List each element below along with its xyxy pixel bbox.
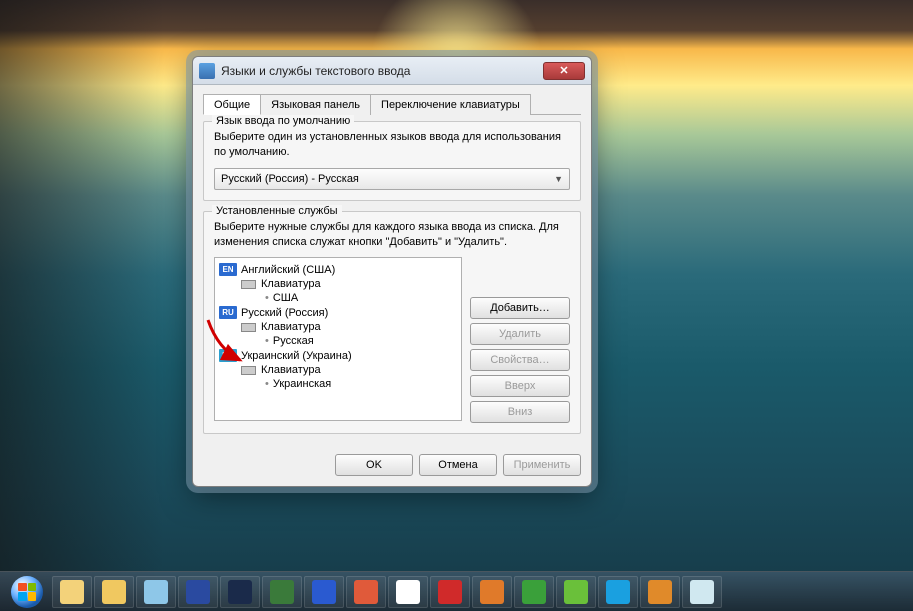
- group-services-legend: Установленные службы: [212, 205, 342, 217]
- down-button[interactable]: Вниз: [470, 401, 570, 423]
- tree-bullet-icon: •: [265, 292, 269, 304]
- tree-lang-uk[interactable]: UK Украинский (Украина): [217, 348, 459, 363]
- yandex-icon: [396, 580, 420, 604]
- tree-layout-leaf[interactable]: • Украинская: [217, 377, 459, 391]
- notepad-icon: [144, 580, 168, 604]
- start-button[interactable]: [4, 574, 50, 610]
- tree-layout-leaf[interactable]: • Русская: [217, 334, 459, 348]
- taskbar-explorer-icon[interactable]: [52, 576, 92, 608]
- taskbar-skype-icon[interactable]: [598, 576, 638, 608]
- tree-side-buttons: Добавить… Удалить Свойства… Вверх Вниз: [470, 297, 570, 423]
- windows-logo-icon: [11, 576, 43, 608]
- explorer-icon: [60, 580, 84, 604]
- taskbar-torrent-icon[interactable]: [514, 576, 554, 608]
- tree-bullet-icon: •: [265, 335, 269, 347]
- language-tree[interactable]: EN Английский (США) Клавиатура • США RU Русски…: [214, 257, 462, 421]
- tree-bullet-icon: •: [265, 378, 269, 390]
- taskbar-opera-icon[interactable]: [430, 576, 470, 608]
- tab-language-bar[interactable]: Языковая панель: [260, 94, 371, 115]
- taskbar-weather-icon[interactable]: [682, 576, 722, 608]
- dialog-bottom-buttons: OK Отмена Применить: [203, 444, 581, 476]
- group-default-language: Язык ввода по умолчанию Выберите один из…: [203, 121, 581, 201]
- keyboard-label: Клавиатура: [261, 278, 321, 290]
- keyboard-label: Клавиатура: [261, 364, 321, 376]
- remove-button[interactable]: Удалить: [470, 323, 570, 345]
- tabstrip: Общие Языковая панель Переключение клави…: [203, 93, 581, 115]
- tree-keyboard-node[interactable]: Клавиатура: [217, 277, 459, 291]
- layout-name: Украинская: [273, 378, 331, 390]
- layout-name: США: [273, 292, 298, 304]
- text-services-dialog: Языки и службы текстового ввода ✕ Общие …: [192, 56, 592, 487]
- lang-name: Английский (США): [241, 264, 335, 276]
- tab-general[interactable]: Общие: [203, 94, 261, 115]
- properties-button[interactable]: Свойства…: [470, 349, 570, 371]
- taskbar-media-icon[interactable]: [640, 576, 680, 608]
- group-default-desc: Выберите один из установленных языков вв…: [214, 130, 570, 160]
- opera-icon: [438, 580, 462, 604]
- icq-icon: [564, 580, 588, 604]
- tree-keyboard-node[interactable]: Клавиатура: [217, 320, 459, 334]
- folder-icon: [102, 580, 126, 604]
- layout-name: Русская: [273, 335, 314, 347]
- tree-lang-en[interactable]: EN Английский (США): [217, 262, 459, 277]
- taskbar-yandex-icon[interactable]: [388, 576, 428, 608]
- cancel-button[interactable]: Отмена: [419, 454, 497, 476]
- group-services-desc: Выберите нужные службы для каждого языка…: [214, 220, 570, 250]
- dreamweaver-icon: [270, 580, 294, 604]
- dialog-title: Языки и службы текстового ввода: [221, 64, 543, 78]
- firefox-icon: [480, 580, 504, 604]
- taskbar-photoshop-icon[interactable]: [220, 576, 260, 608]
- torrent-icon: [522, 580, 546, 604]
- lang-badge-icon: UK: [219, 349, 237, 362]
- word-icon: [312, 580, 336, 604]
- taskbar-firefox-icon[interactable]: [472, 576, 512, 608]
- tree-keyboard-node[interactable]: Клавиатура: [217, 363, 459, 377]
- chrome-icon: [354, 580, 378, 604]
- apply-button[interactable]: Применить: [503, 454, 581, 476]
- keyboard-icon: [241, 280, 256, 289]
- taskbar-icq-icon[interactable]: [556, 576, 596, 608]
- taskbar[interactable]: [0, 571, 913, 611]
- tree-lang-ru[interactable]: RU Русский (Россия): [217, 305, 459, 320]
- taskbar-word-icon[interactable]: [304, 576, 344, 608]
- chevron-down-icon: ▼: [554, 174, 563, 184]
- dialog-icon: [199, 63, 215, 79]
- combo-value: Русский (Россия) - Русская: [221, 173, 359, 185]
- group-default-legend: Язык ввода по умолчанию: [212, 115, 354, 127]
- taskbar-dreamweaver-icon[interactable]: [262, 576, 302, 608]
- lang-name: Русский (Россия): [241, 307, 328, 319]
- titlebar[interactable]: Языки и службы текстового ввода ✕: [193, 57, 591, 85]
- taskbar-save-disk-icon[interactable]: [178, 576, 218, 608]
- tree-layout-leaf[interactable]: • США: [217, 291, 459, 305]
- lang-name: Украинский (Украина): [241, 350, 352, 362]
- keyboard-icon: [241, 323, 256, 332]
- ok-button[interactable]: OK: [335, 454, 413, 476]
- close-button[interactable]: ✕: [543, 62, 585, 80]
- taskbar-chrome-icon[interactable]: [346, 576, 386, 608]
- media-icon: [648, 580, 672, 604]
- group-installed-services: Установленные службы Выберите нужные слу…: [203, 211, 581, 435]
- default-language-combo[interactable]: Русский (Россия) - Русская ▼: [214, 168, 570, 190]
- taskbar-notepad-icon[interactable]: [136, 576, 176, 608]
- keyboard-label: Клавиатура: [261, 321, 321, 333]
- weather-icon: [690, 580, 714, 604]
- add-button[interactable]: Добавить…: [470, 297, 570, 319]
- tab-keyboard-switch[interactable]: Переключение клавиатуры: [370, 94, 531, 115]
- up-button[interactable]: Вверх: [470, 375, 570, 397]
- skype-icon: [606, 580, 630, 604]
- lang-badge-icon: EN: [219, 263, 237, 276]
- taskbar-folder-icon[interactable]: [94, 576, 134, 608]
- keyboard-icon: [241, 366, 256, 375]
- save-disk-icon: [186, 580, 210, 604]
- photoshop-icon: [228, 580, 252, 604]
- lang-badge-icon: RU: [219, 306, 237, 319]
